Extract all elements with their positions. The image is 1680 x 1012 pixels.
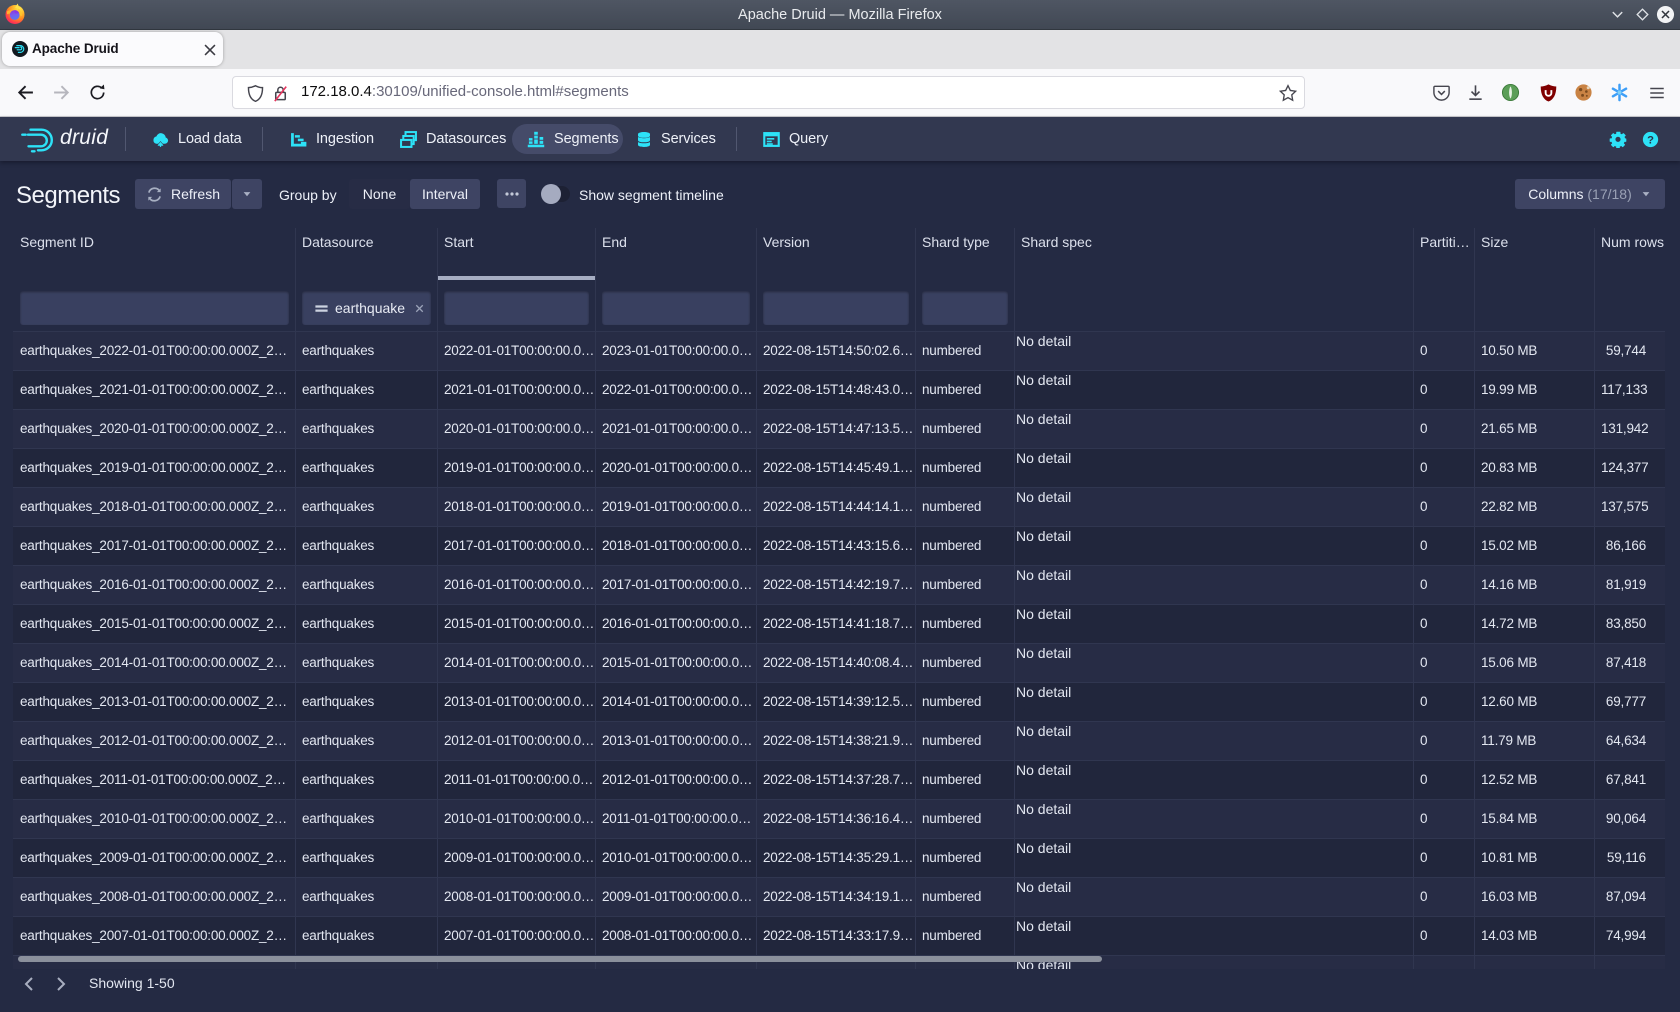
svg-text:?: ? <box>1647 134 1654 146</box>
